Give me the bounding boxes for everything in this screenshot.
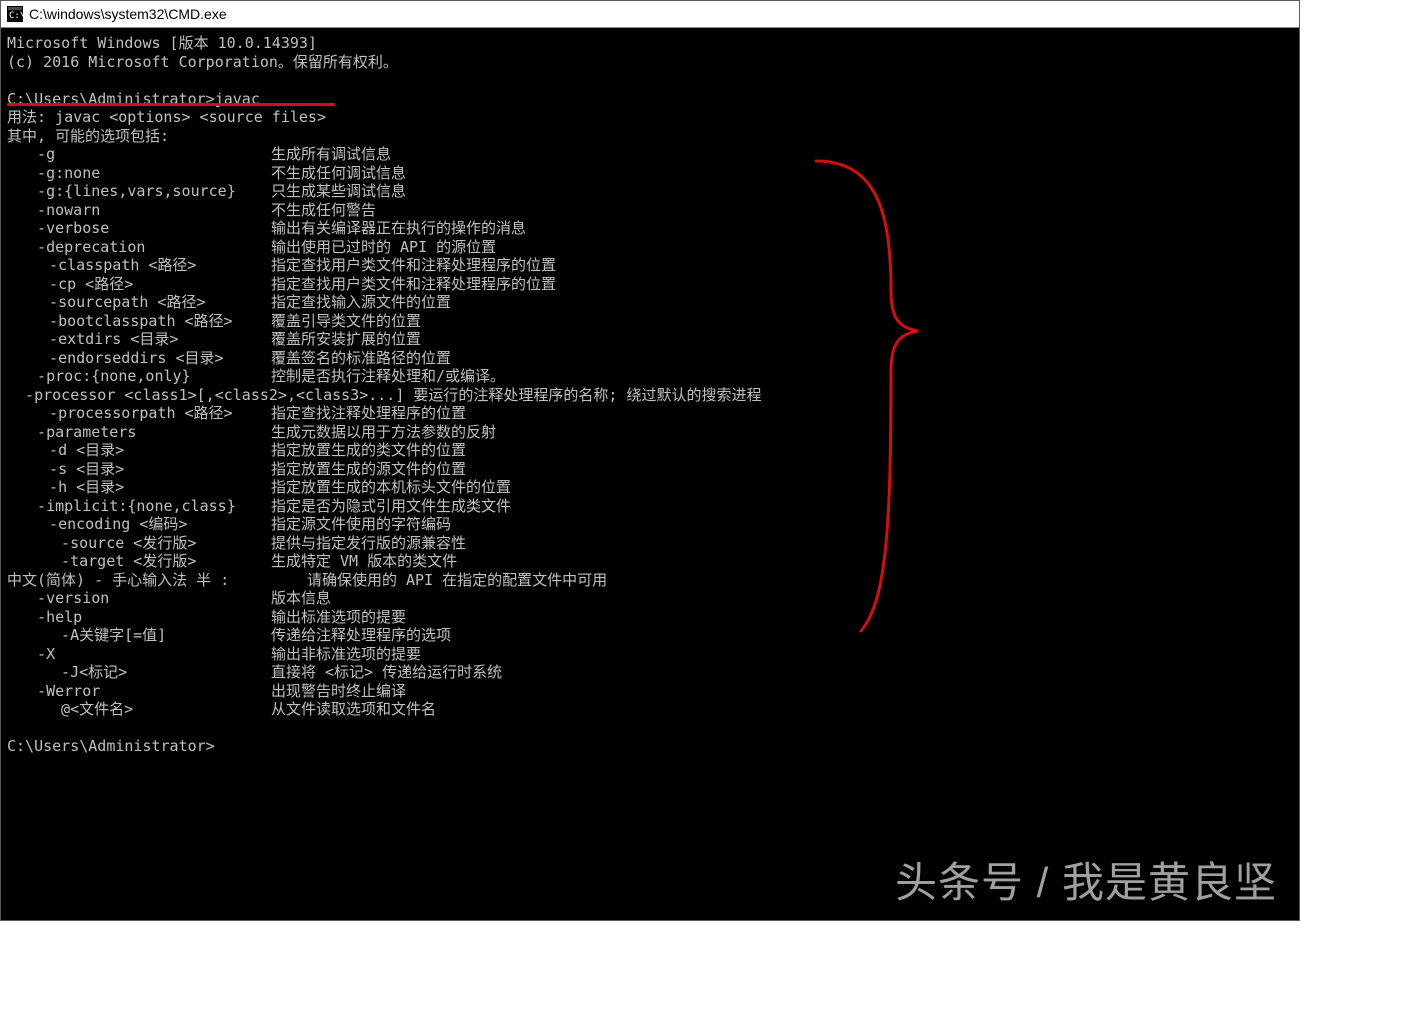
terminal-line: -endorseddirs <目录>覆盖签名的标准路径的位置 <box>7 349 1295 368</box>
cmd-window: C:\ C:\windows\system32\CMD.exe Microsof… <box>0 0 1300 921</box>
terminal-line: Microsoft Windows [版本 10.0.14393] <box>7 34 1295 53</box>
terminal-line: -s <目录>指定放置生成的源文件的位置 <box>7 460 1295 479</box>
terminal-line: -processor <class1>[,<class2>,<class3>..… <box>7 386 1295 405</box>
terminal-line: -classpath <路径>指定查找用户类文件和注释处理程序的位置 <box>7 256 1295 275</box>
terminal-line: C:\Users\Administrator> <box>7 737 1295 756</box>
watermark: 头条号 / 我是黄良坚 <box>895 849 1277 910</box>
terminal-area[interactable]: Microsoft Windows [版本 10.0.14393](c) 201… <box>1 28 1299 920</box>
terminal-line: -extdirs <目录>覆盖所安装扩展的位置 <box>7 330 1295 349</box>
cmd-icon: C:\ <box>7 6 23 22</box>
terminal-line: -encoding <编码>指定源文件使用的字符编码 <box>7 515 1295 534</box>
terminal-line: -sourcepath <路径>指定查找输入源文件的位置 <box>7 293 1295 312</box>
window-title: C:\windows\system32\CMD.exe <box>29 6 227 22</box>
terminal-line: -nowarn不生成任何警告 <box>7 201 1295 220</box>
terminal-line: -g:none不生成任何调试信息 <box>7 164 1295 183</box>
terminal-line: -target <发行版>生成特定 VM 版本的类文件 <box>7 552 1295 571</box>
terminal-line: -deprecation输出使用已过时的 API 的源位置 <box>7 238 1295 257</box>
terminal-line: -Werror出现警告时终止编译 <box>7 682 1295 701</box>
terminal-line: -d <目录>指定放置生成的类文件的位置 <box>7 441 1295 460</box>
terminal-line: 用法: javac <options> <source files> <box>7 108 1295 127</box>
terminal-line: -bootclasspath <路径>覆盖引导类文件的位置 <box>7 312 1295 331</box>
titlebar[interactable]: C:\ C:\windows\system32\CMD.exe <box>1 1 1299 28</box>
terminal-line: -A关键字[=值]传递给注释处理程序的选项 <box>7 626 1295 645</box>
terminal-line: -implicit:{none,class}指定是否为隐式引用文件生成类文件 <box>7 497 1295 516</box>
terminal-line: @<文件名>从文件读取选项和文件名 <box>7 700 1295 719</box>
terminal-line: -proc:{none,only}控制是否执行注释处理和/或编译。 <box>7 367 1295 386</box>
terminal-line: -g生成所有调试信息 <box>7 145 1295 164</box>
terminal-line <box>7 71 1295 90</box>
terminal-line: -h <目录>指定放置生成的本机标头文件的位置 <box>7 478 1295 497</box>
terminal-line: -version版本信息 <box>7 589 1295 608</box>
terminal-line: -cp <路径>指定查找用户类文件和注释处理程序的位置 <box>7 275 1295 294</box>
terminal-line: -X输出非标准选项的提要 <box>7 645 1295 664</box>
terminal-line: (c) 2016 Microsoft Corporation。保留所有权利。 <box>7 53 1295 72</box>
terminal-line: -source <发行版>提供与指定发行版的源兼容性 <box>7 534 1295 553</box>
terminal-line: -g:{lines,vars,source}只生成某些调试信息 <box>7 182 1295 201</box>
svg-text:C:\: C:\ <box>9 11 23 21</box>
terminal-line: -verbose输出有关编译器正在执行的操作的消息 <box>7 219 1295 238</box>
annotation-underline <box>7 103 335 106</box>
terminal-line <box>7 719 1295 738</box>
terminal-line: 中文(简体) - 手心输入法 半 :请确保使用的 API 在指定的配置文件中可用 <box>7 571 1295 590</box>
terminal-line: -help输出标准选项的提要 <box>7 608 1295 627</box>
terminal-line: 其中, 可能的选项包括: <box>7 127 1295 146</box>
terminal-line: -parameters生成元数据以用于方法参数的反射 <box>7 423 1295 442</box>
terminal-line: -processorpath <路径>指定查找注释处理程序的位置 <box>7 404 1295 423</box>
terminal-line: -J<标记>直接将 <标记> 传递给运行时系统 <box>7 663 1295 682</box>
